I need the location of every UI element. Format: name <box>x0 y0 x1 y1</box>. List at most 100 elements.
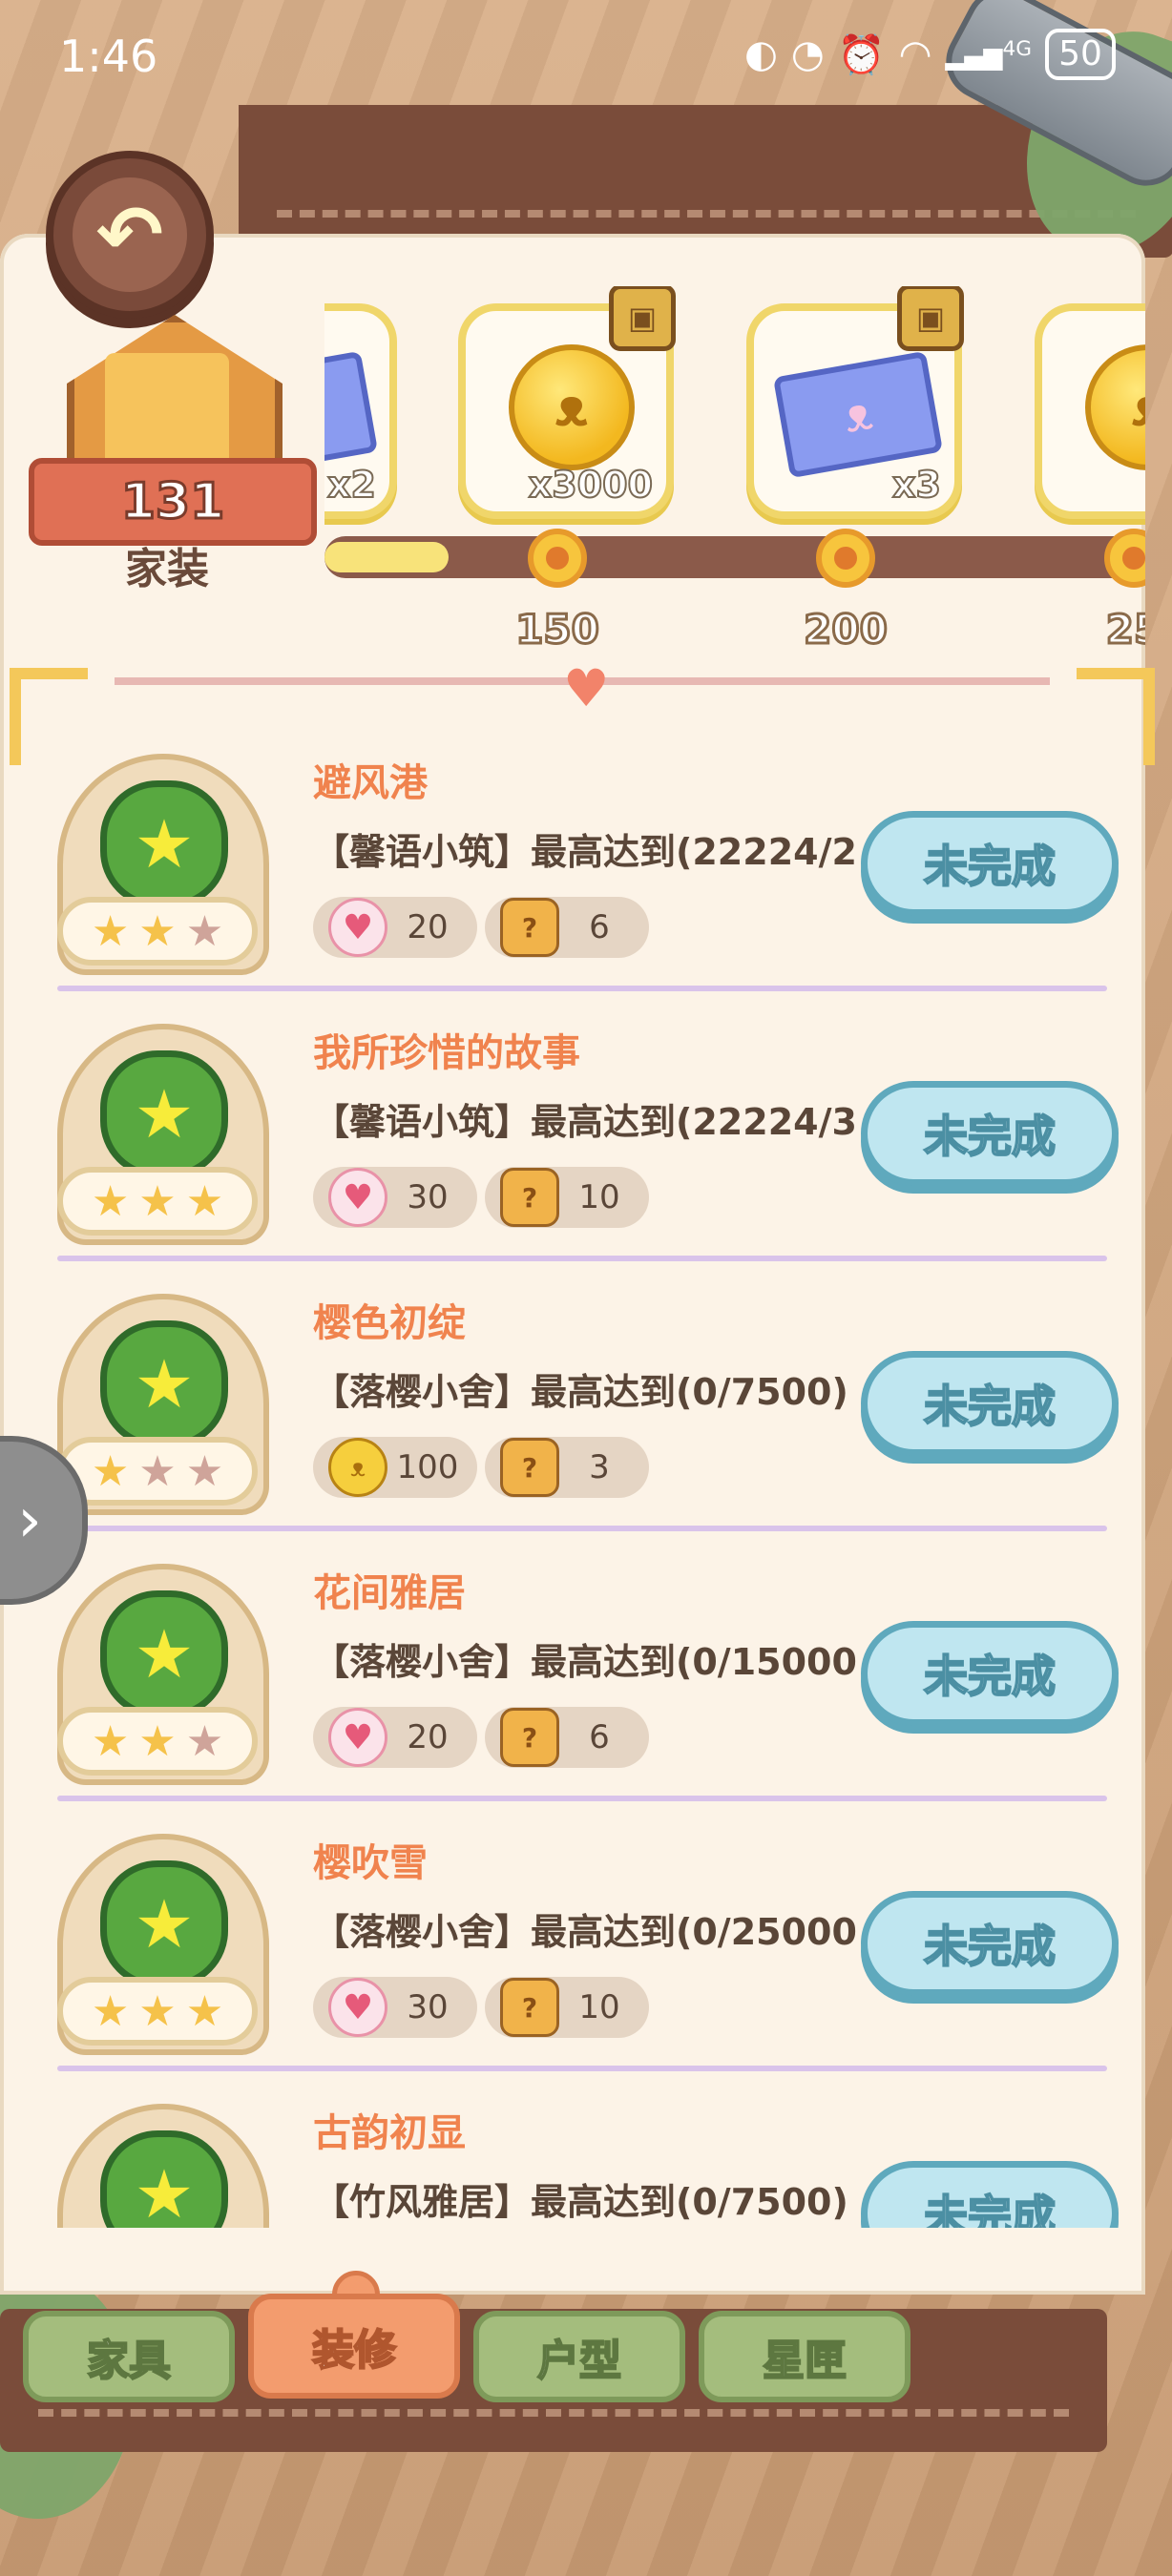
tab-star-box[interactable]: 星匣 <box>699 2311 910 2402</box>
heart-icon: ♥ <box>328 1168 387 1227</box>
row-divider <box>57 1526 1107 1531</box>
back-arrow-icon: ↶ <box>73 177 187 292</box>
reward-pill: ♥ 30 <box>313 1167 477 1228</box>
star-rating: ★ ★ ★ <box>57 1977 258 2046</box>
star-rating: ★ ★ ★ <box>57 1167 258 1236</box>
chest-icon: ? <box>500 1438 559 1497</box>
task-row: ★ ★ ★ ★ 樱吹雪 【落樱小舍】最高达到(0/25000 ♥ 30 ? 10 未… <box>19 1815 1145 2085</box>
task-description: 【竹风雅居】最高达到(0/7500) <box>313 2181 848 2223</box>
reward-pill: ♥ 30 <box>313 1977 477 2038</box>
bunny-coin-icon: ᴥ <box>509 344 635 470</box>
reward-pill: ? 10 <box>485 1977 649 2038</box>
row-divider <box>57 986 1107 991</box>
task-description: 【馨语小筑】最高达到(22224/3 <box>313 1101 857 1143</box>
heart-icon: ♥ <box>328 898 387 957</box>
chevron-right-icon: › <box>17 1485 42 1556</box>
reward-tile[interactable]: ᴥ x5 <box>1035 303 1145 519</box>
reward-amount: 6 <box>589 1718 610 1756</box>
task-row: ★ ★ ★ ★ 我所珍惜的故事 【馨语小筑】最高达到(22224/3 ♥ 30 ? … <box>19 1005 1145 1275</box>
paint-roller-icon <box>105 353 229 467</box>
reward-pill: ? 10 <box>485 1167 649 1228</box>
star-icon: ★ <box>138 906 177 956</box>
reward-qty: x3 <box>891 463 942 507</box>
star-icon: ★ <box>185 1986 224 2036</box>
star-rating: ★ ★ ★ <box>57 897 258 966</box>
task-status-button[interactable]: 未完成 <box>861 1621 1119 1726</box>
row-divider <box>57 2066 1107 2071</box>
task-title: 花间雅居 <box>313 1571 466 1615</box>
task-list[interactable]: ★ ★ ★ ★ 避风港 【馨语小筑】最高达到(22224/2 ♥ 20 ? 6 未完… <box>19 735 1145 2228</box>
reward-track[interactable]: x2 ᴥ x3000 ▣ ᴥ x3 ▣ ᴥ x5 150 200 25 <box>324 286 1145 668</box>
reward-pill: ? 3 <box>485 1437 649 1498</box>
task-status-button[interactable]: 未完成 <box>861 811 1119 916</box>
battery-indicator: 50 <box>1045 29 1116 80</box>
task-row: ★ ★ ★ ★ 樱色初绽 【落樱小舍】最高达到(0/7500) ᴥ 100 ? 3 … <box>19 1275 1145 1545</box>
chest-icon: ? <box>500 1168 559 1227</box>
task-description: 【落樱小舍】最高达到(0/25000 <box>313 1911 857 1953</box>
task-title: 我所珍惜的故事 <box>313 1031 580 1075</box>
reward-pill: ? 6 <box>485 897 649 958</box>
tab-decoration[interactable]: 装修 <box>248 2294 460 2399</box>
reward-amount: 10 <box>578 1988 620 2026</box>
clover-star-icon: ★ <box>100 1860 228 1988</box>
lock-icon: ▣ <box>609 286 676 351</box>
task-status-button[interactable]: 未完成 <box>861 1891 1119 1996</box>
coin-icon: ᴥ <box>328 1438 387 1497</box>
status-time: 1:46 <box>59 31 158 82</box>
reward-amount: 20 <box>407 908 449 946</box>
milestone-node <box>816 529 875 588</box>
clover-star-icon: ★ <box>100 1050 228 1178</box>
achievement-badge: ★ ★★★ <box>57 1294 269 1515</box>
ticket-icon <box>324 350 379 479</box>
reward-pill: ? 6 <box>485 1707 649 1768</box>
star-icon: ★ <box>185 906 224 956</box>
reward-qty: x2 <box>326 463 377 507</box>
star-rating: ★ ★ ★ <box>57 1437 258 1506</box>
star-icon: ★ <box>91 1716 130 1766</box>
star-icon: ★ <box>138 1986 177 2036</box>
task-title: 古韵初显 <box>313 2111 466 2155</box>
clover-star-icon: ★ <box>100 780 228 908</box>
task-status-button[interactable]: 未完成 <box>861 1081 1119 1186</box>
chest-icon: ? <box>500 898 559 957</box>
star-icon: ★ <box>185 1176 224 1226</box>
reward-tile[interactable]: x2 <box>324 303 397 519</box>
reward-pill: ♥ 20 <box>313 897 477 958</box>
level-number: 131 <box>119 472 226 532</box>
milestone-label: 25 <box>1104 605 1145 654</box>
achievement-badge: ★ ★★★ <box>57 2104 269 2228</box>
task-row: ★ ★ ★ ★ 花间雅居 【落樱小舍】最高达到(0/15000 ♥ 20 ? 6 未… <box>19 1545 1145 1815</box>
speed-icon: ◔ <box>790 32 825 76</box>
level-label: 家装 <box>125 545 209 593</box>
tab-furniture[interactable]: 家具 <box>23 2311 235 2402</box>
progress-fill <box>324 542 449 572</box>
clover-star-icon: ★ <box>100 2130 228 2228</box>
star-icon: ★ <box>138 1716 177 1766</box>
task-row: ★ ★★★ 古韵初显 【竹风雅居】最高达到(0/7500) 未完成 <box>19 2085 1145 2228</box>
star-icon: ★ <box>138 1176 177 1226</box>
task-title: 避风港 <box>313 761 428 805</box>
data-saver-icon: ◐ <box>744 32 778 76</box>
task-description: 【馨语小筑】最高达到(22224/2 <box>313 831 857 873</box>
star-icon: ★ <box>91 906 130 956</box>
bottom-tab-bar: 家具 装修 户型 星匣 <box>0 2252 1172 2576</box>
reward-tile[interactable]: ᴥ x3000 ▣ <box>458 286 676 519</box>
back-button[interactable]: ↶ <box>46 151 214 319</box>
bunny-ticket-icon: ᴥ <box>772 350 944 479</box>
heart-icon: ♥ <box>328 1708 387 1767</box>
achievement-badge: ★ ★★★ <box>57 1024 269 1245</box>
task-description: 【落樱小舍】最高达到(0/15000 <box>313 1641 857 1683</box>
achievement-badge: ★ ★★★ <box>57 754 269 975</box>
row-divider <box>57 1256 1107 1261</box>
task-row: ★ ★ ★ ★ 避风港 【馨语小筑】最高达到(22224/2 ♥ 20 ? 6 未完… <box>19 735 1145 1005</box>
task-description: 【落樱小舍】最高达到(0/7500) <box>313 1371 848 1413</box>
tab-floorplan[interactable]: 户型 <box>473 2311 685 2402</box>
reward-amount: 30 <box>407 1178 449 1216</box>
reward-amount: 10 <box>578 1178 620 1216</box>
clover-star-icon: ★ <box>100 1590 228 1718</box>
reward-amount: 3 <box>589 1448 610 1486</box>
wifi-icon: ◠ <box>898 32 932 76</box>
task-status-button[interactable]: 未完成 <box>861 1351 1119 1456</box>
task-status-button[interactable]: 未完成 <box>861 2161 1119 2228</box>
reward-tile[interactable]: ᴥ x3 ▣ <box>746 286 964 519</box>
